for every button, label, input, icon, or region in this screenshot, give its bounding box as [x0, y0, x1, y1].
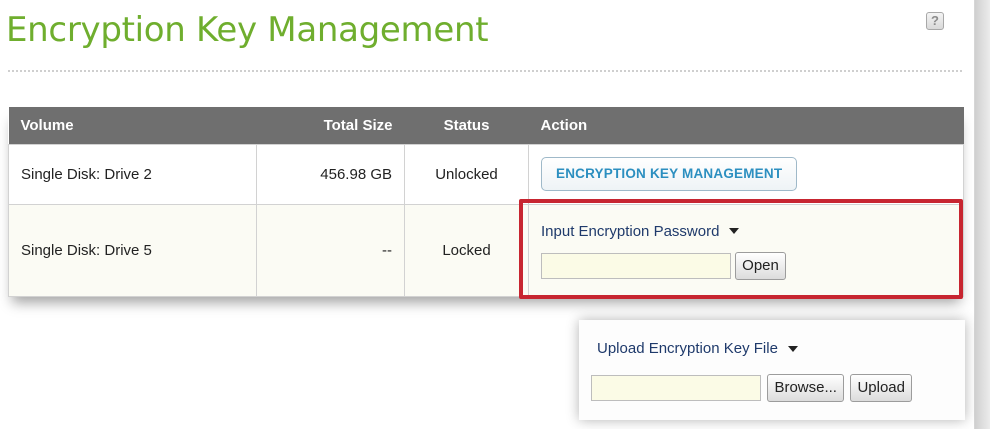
total-size-cell: 456.98 GB — [256, 143, 405, 205]
volume-cell: Single Disk: Drive 5 — [8, 203, 257, 297]
column-header-status: Status — [443, 116, 490, 134]
upload-panel: Upload Encryption Key File Browse... Upl… — [579, 320, 965, 420]
page-edge-shadow — [975, 0, 990, 429]
chevron-down-icon — [787, 345, 798, 352]
action-cell: ENCRYPTION KEY MANAGEMENT — [528, 143, 964, 205]
column-header-action: Action — [540, 116, 588, 134]
browse-button[interactable]: Browse... — [767, 374, 844, 402]
page-title: Encryption Key Management — [6, 10, 489, 50]
page: Encryption Key Management ? Volume Total… — [0, 0, 975, 429]
status-cell: Unlocked — [404, 143, 529, 205]
status-cell: Locked — [404, 203, 529, 297]
upload-method-select[interactable]: Upload Encryption Key File — [597, 340, 798, 357]
column-header-total-size: Total Size — [323, 116, 393, 134]
column-header-volume: Volume — [20, 116, 74, 134]
help-icon[interactable]: ? — [926, 12, 944, 30]
upload-method-value: Upload Encryption Key File — [597, 340, 778, 357]
volume-cell: Single Disk: Drive 2 — [8, 143, 257, 205]
key-file-input[interactable] — [591, 375, 761, 401]
table-row: Single Disk: Drive 2 456.98 GB Unlocked … — [8, 143, 964, 205]
highlight-box — [519, 199, 963, 299]
total-size-cell: -- — [256, 203, 405, 297]
table-header-row: Volume Total Size Status Action — [8, 107, 964, 144]
upload-button[interactable]: Upload — [850, 374, 912, 402]
encryption-key-management-button[interactable]: ENCRYPTION KEY MANAGEMENT — [541, 157, 798, 191]
divider — [8, 70, 962, 72]
